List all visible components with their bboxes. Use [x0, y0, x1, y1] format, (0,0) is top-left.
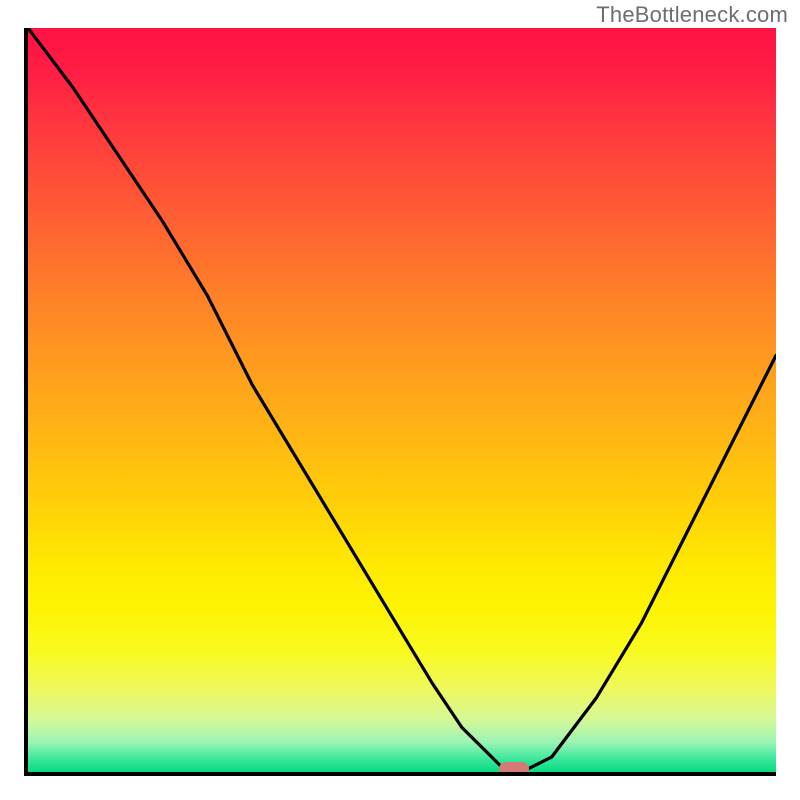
optimal-marker — [499, 762, 529, 776]
bottleneck-curve — [28, 28, 776, 772]
curve-svg — [28, 28, 776, 772]
plot-area — [24, 28, 776, 776]
watermark-label: TheBottleneck.com — [596, 2, 788, 28]
chart-container: TheBottleneck.com — [0, 0, 800, 800]
